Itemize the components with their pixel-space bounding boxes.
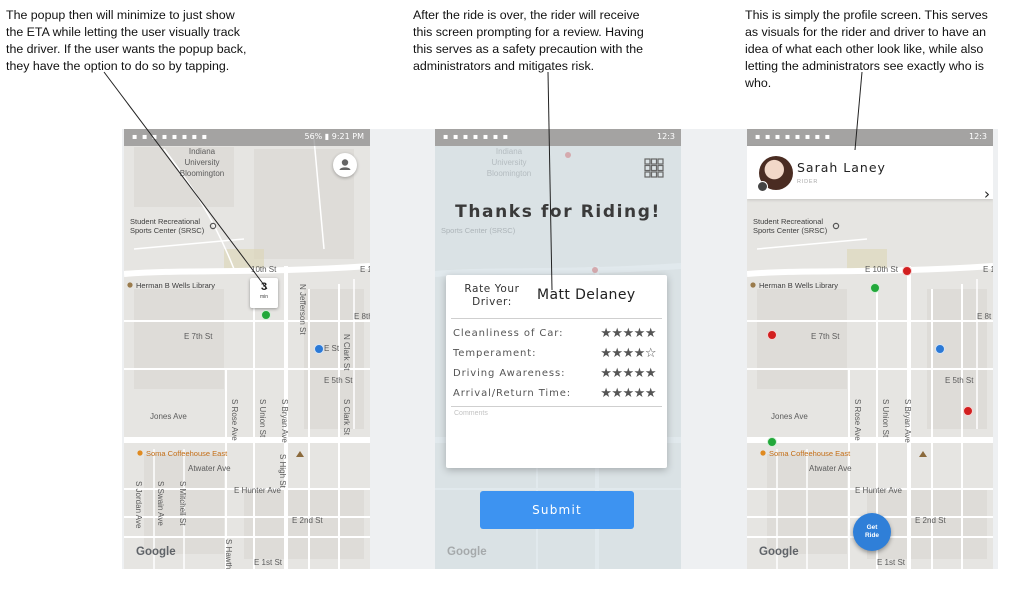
driver-pin	[963, 406, 973, 416]
svg-text:10th St: 10th St	[251, 265, 277, 274]
eta-value: 3	[260, 281, 268, 293]
google-logo: Google	[136, 546, 176, 558]
svg-text:E 10: E 10	[360, 265, 370, 274]
grid-icon[interactable]	[644, 158, 664, 178]
eta-unit: min	[259, 294, 269, 300]
svg-text:E 5th St: E 5th St	[324, 376, 353, 385]
get-ride-button[interactable]: Get Ride	[853, 513, 891, 551]
svg-text:Herman B Wells Library: Herman B Wells Library	[759, 281, 838, 290]
svg-text:S Clark St: S Clark St	[342, 399, 351, 436]
svg-text:S Rose Ave: S Rose Ave	[230, 399, 239, 441]
svg-text:E 1: E 1	[983, 265, 993, 274]
svg-text:E 8t: E 8t	[977, 312, 992, 321]
caption-left: The popup then will minimize to just sho…	[6, 8, 247, 73]
rating-card: Rate Your Driver: Matt Delaney Cleanline…	[446, 275, 667, 468]
driver-pin	[767, 330, 777, 340]
svg-text:S High St: S High St	[278, 454, 287, 489]
google-logo: Google	[759, 546, 799, 558]
star-rating-temperament[interactable]: ★★★★☆	[600, 346, 656, 361]
svg-text:E 2nd St: E 2nd St	[292, 516, 323, 525]
google-logo: Google	[447, 546, 487, 558]
svg-text:S Union St: S Union St	[258, 399, 267, 438]
divider	[451, 318, 662, 319]
svg-text:S Bryan Ave: S Bryan Ave	[280, 399, 289, 443]
status-time: 12:3	[969, 132, 987, 141]
rating-label-cleanliness: Cleanliness of Car:	[453, 328, 564, 339]
svg-text:Student Recreational: Student Recreational	[753, 217, 823, 226]
status-bar: ▪ ▪ ▪ ▪ ▪ ▪ ▪ ▪ 12:3	[747, 129, 993, 146]
phone-eta-screen: Indiana University Bloomington Student R…	[124, 129, 370, 569]
svg-text:Jones Ave: Jones Ave	[150, 412, 187, 421]
svg-text:E 1st St: E 1st St	[254, 558, 283, 567]
svg-text:Jones Ave: Jones Ave	[771, 412, 808, 421]
profile-role: RIDER	[797, 179, 819, 185]
driver-pin	[767, 437, 777, 447]
rating-label-driving-awareness: Driving Awareness:	[453, 368, 566, 379]
profile-name: Sarah Laney	[797, 160, 886, 175]
rate-driver-label: Rate Your Driver:	[464, 283, 520, 308]
submit-button[interactable]: Submit	[480, 491, 634, 529]
status-bar: ▪ ▪ ▪ ▪ ▪ ▪ ▪ 12:3	[435, 129, 681, 146]
svg-text:N Clark St: N Clark St	[342, 334, 351, 371]
svg-text:S Bryan Ave: S Bryan Ave	[903, 399, 912, 443]
svg-text:Soma Coffeehouse East: Soma Coffeehouse East	[769, 449, 851, 458]
svg-text:Sports Center (SRSC): Sports Center (SRSC)	[753, 226, 828, 235]
svg-text:E 5th St: E 5th St	[945, 376, 974, 385]
divider	[451, 406, 662, 407]
phone-rating-screen: Indiana University Bloomington Sports Ce…	[435, 129, 681, 569]
status-time: 12:3	[657, 132, 675, 141]
eta-popup-minimized[interactable]: 3 min	[250, 278, 278, 308]
svg-text:Atwater Ave: Atwater Ave	[809, 464, 852, 473]
svg-text:E 10th St: E 10th St	[865, 265, 899, 274]
rating-label-temperament: Temperament:	[453, 348, 537, 359]
svg-text:S Mitchell St: S Mitchell St	[178, 481, 187, 526]
map-label-srsc-1: Student Recreational	[130, 217, 200, 226]
svg-text:E 2nd St: E 2nd St	[915, 516, 946, 525]
map-label-srsc-2: Sports Center (SRSC)	[130, 226, 205, 235]
svg-text:E 7th St: E 7th St	[184, 332, 213, 341]
star-rating-driving-awareness[interactable]: ★★★★★	[600, 366, 656, 381]
status-icons: ▪ ▪ ▪ ▪ ▪ ▪ ▪ ▪	[132, 132, 209, 141]
profile-photo	[757, 156, 793, 192]
svg-text:S Rose Ave: S Rose Ave	[853, 399, 862, 441]
svg-text:S Jordan Ave: S Jordan Ave	[134, 481, 143, 529]
map-label-campus-2: University	[184, 158, 219, 167]
caption-right: This is simply the profile screen. This …	[745, 8, 988, 90]
map-view[interactable]: Indiana University Bloomington Student R…	[124, 129, 370, 569]
rating-label-arrival: Arrival/Return Time:	[453, 388, 572, 399]
svg-text:E Hunter Ave: E Hunter Ave	[234, 486, 282, 495]
phone-profile-screen: Student Recreational Sports Center (SRSC…	[747, 129, 993, 569]
svg-text:Atwater Ave: Atwater Ave	[188, 464, 231, 473]
driver-pin	[902, 266, 912, 276]
caption-middle: After the ride is over, the rider will r…	[413, 8, 644, 73]
thanks-heading: Thanks for Riding!	[455, 202, 661, 222]
driver-pin	[870, 283, 880, 293]
svg-text:E 8th: E 8th	[354, 312, 370, 321]
svg-text:E 7th St: E 7th St	[811, 332, 840, 341]
star-rating-cleanliness[interactable]: ★★★★★	[600, 326, 656, 341]
driver-name: Matt Delaney	[537, 287, 636, 303]
profile-avatar-button[interactable]	[333, 153, 357, 177]
avatar-icon	[339, 159, 351, 170]
status-bar: ▪ ▪ ▪ ▪ ▪ ▪ ▪ ▪ 56% ▮ 9:21 PM	[124, 129, 370, 146]
svg-text:E St: E St	[324, 344, 340, 353]
map-label-library: Herman B Wells Library	[136, 281, 215, 290]
rider-pin	[935, 344, 945, 354]
map-label-campus-3: Bloomington	[180, 169, 224, 178]
svg-text:S Hawthorne: S Hawthorne	[224, 539, 233, 569]
driver-pin	[261, 310, 271, 320]
map-label-campus-1: Indiana	[189, 147, 216, 156]
map-label-coffee: Soma Coffeehouse East	[146, 449, 228, 458]
svg-text:S Union St: S Union St	[881, 399, 890, 438]
svg-text:E 1st St: E 1st St	[877, 558, 906, 567]
comments-input[interactable]: Comments	[454, 410, 488, 417]
chevron-right-icon[interactable]: ›	[984, 185, 990, 203]
status-time: 56% ▮ 9:21 PM	[304, 132, 364, 141]
svg-text:N Jefferson St: N Jefferson St	[298, 284, 307, 335]
svg-text:E Hunter Ave: E Hunter Ave	[855, 486, 903, 495]
profile-header[interactable]: Sarah Laney RIDER	[747, 146, 993, 199]
rider-pin	[314, 344, 324, 354]
star-rating-arrival[interactable]: ★★★★★	[600, 386, 656, 401]
svg-text:S Swain Ave: S Swain Ave	[156, 481, 165, 526]
